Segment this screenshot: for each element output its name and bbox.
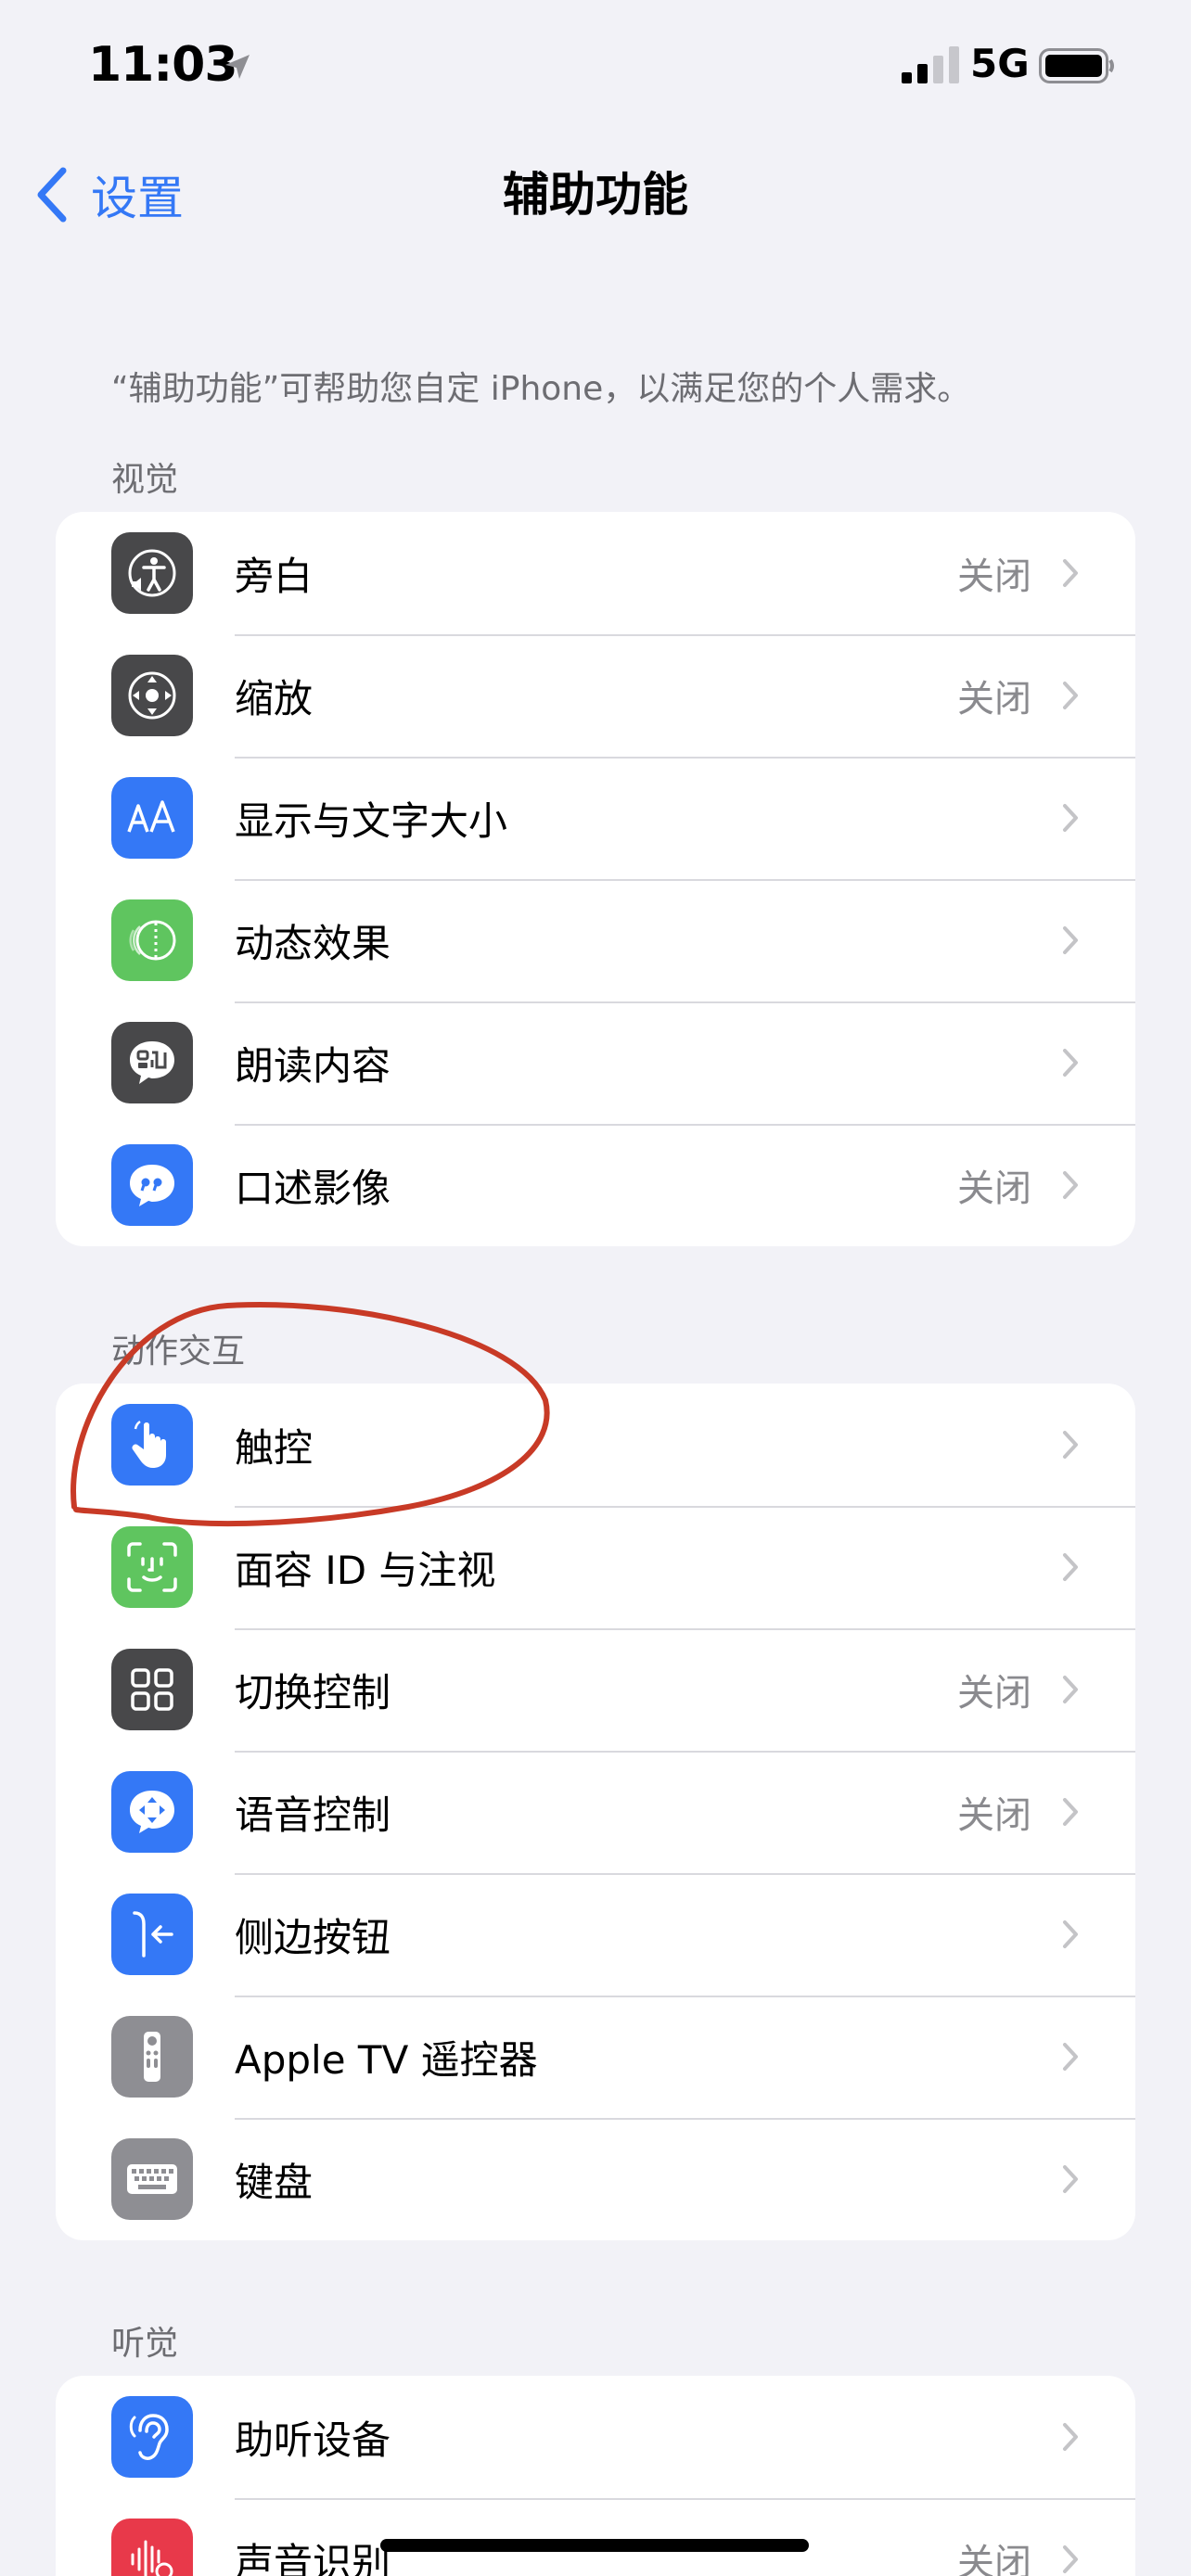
section-title-physical-motor: 动作交互	[111, 1333, 246, 1371]
back-label: 设置	[91, 172, 184, 225]
vision-group: 旁白 关闭 缩放 关闭 显示与文字大小 动态效果 朗读内容 口述影像 关闭	[56, 512, 1135, 1246]
row-label: 切换控制	[235, 1669, 391, 1715]
row-label: 动态效果	[235, 920, 391, 966]
row-label: 触控	[235, 1424, 314, 1471]
status-bar: 11:03 5G	[0, 0, 1191, 139]
row-keyboards[interactable]: 键盘	[56, 2118, 1135, 2240]
chevron-right-icon	[1063, 1553, 1078, 1581]
chevron-left-icon	[37, 167, 67, 223]
row-voice-control[interactable]: 语音控制 关闭	[56, 1751, 1135, 1873]
network-type: 5G	[970, 41, 1030, 86]
row-label: 助听设备	[235, 2417, 391, 2463]
zoom-icon	[111, 655, 193, 736]
cellular-signal-icon	[902, 46, 959, 83]
side-button-icon	[111, 1894, 193, 1975]
row-face-id-attention[interactable]: 面容 ID 与注视	[56, 1506, 1135, 1628]
intro-text: “辅助功能”可帮助您自定 iPhone，以满足您的个人需求。	[111, 370, 971, 408]
row-value: 关闭	[957, 2542, 1031, 2576]
row-sound-recognition[interactable]: 声音识别 关闭	[56, 2498, 1135, 2576]
accessibility-screen: 11:03 5G 设置 辅助功能 “辅助功能”可帮助您自定 iPhone，以满足…	[0, 0, 1191, 2576]
row-voiceover[interactable]: 旁白 关闭	[56, 512, 1135, 634]
audio-descriptions-icon	[111, 1144, 193, 1226]
section-title-vision: 视觉	[111, 461, 179, 499]
row-label: 缩放	[235, 675, 314, 721]
switch-control-icon	[111, 1649, 193, 1730]
row-label: 朗读内容	[235, 1042, 391, 1089]
row-label: 显示与文字大小	[235, 797, 508, 844]
row-label: 口述影像	[235, 1165, 391, 1211]
spoken-content-icon	[111, 1022, 193, 1103]
sound-recognition-icon	[111, 2519, 193, 2576]
chevron-right-icon	[1063, 2423, 1078, 2451]
chevron-right-icon	[1063, 804, 1078, 832]
apple-tv-remote-icon	[111, 2016, 193, 2098]
row-value: 关闭	[957, 678, 1031, 721]
row-label: 面容 ID 与注视	[235, 1547, 496, 1593]
row-audio-descriptions[interactable]: 口述影像 关闭	[56, 1124, 1135, 1246]
voice-control-icon	[111, 1771, 193, 1853]
row-value: 关闭	[957, 1167, 1031, 1210]
voiceover-icon	[111, 532, 193, 614]
back-button[interactable]: 设置	[35, 162, 184, 227]
chevron-right-icon	[1063, 926, 1078, 954]
physical-motor-group: 触控 面容 ID 与注视 切换控制 关闭 语音控制 关闭 侧边按钮 Apple …	[56, 1384, 1135, 2240]
row-spoken-content[interactable]: 朗读内容	[56, 1001, 1135, 1124]
chevron-right-icon	[1063, 2043, 1078, 2071]
home-indicator	[380, 2539, 809, 2552]
row-value: 关闭	[957, 555, 1031, 598]
chevron-right-icon	[1063, 1431, 1078, 1459]
motion-icon	[111, 899, 193, 981]
row-label: 侧边按钮	[235, 1914, 391, 1960]
row-label: 声音识别	[235, 2539, 391, 2576]
row-touch[interactable]: 触控	[56, 1384, 1135, 1506]
row-label: Apple TV 遥控器	[235, 2036, 538, 2083]
row-label: 语音控制	[235, 1792, 391, 1838]
chevron-right-icon	[1063, 1798, 1078, 1826]
chevron-right-icon	[1063, 2165, 1078, 2193]
row-apple-tv-remote[interactable]: Apple TV 遥控器	[56, 1996, 1135, 2118]
hearing-icon	[111, 2396, 193, 2478]
row-label: 键盘	[235, 2159, 314, 2205]
chevron-right-icon	[1063, 1676, 1078, 1703]
text-size-icon	[111, 777, 193, 859]
chevron-right-icon	[1063, 1920, 1078, 1948]
row-value: 关闭	[957, 1672, 1031, 1715]
status-time: 11:03	[88, 37, 238, 93]
keyboard-icon	[111, 2138, 193, 2220]
row-value: 关闭	[957, 1794, 1031, 1837]
row-zoom[interactable]: 缩放 关闭	[56, 634, 1135, 757]
location-arrow-icon	[225, 55, 250, 79]
chevron-right-icon	[1063, 1049, 1078, 1077]
row-display-text-size[interactable]: 显示与文字大小	[56, 757, 1135, 879]
touch-hand-icon	[111, 1404, 193, 1486]
row-hearing-devices[interactable]: 助听设备	[56, 2376, 1135, 2498]
row-label: 旁白	[235, 553, 314, 599]
face-id-icon	[111, 1526, 193, 1608]
row-switch-control[interactable]: 切换控制 关闭	[56, 1628, 1135, 1751]
row-motion[interactable]: 动态效果	[56, 879, 1135, 1001]
battery-icon	[1039, 48, 1114, 83]
row-side-button[interactable]: 侧边按钮	[56, 1873, 1135, 1996]
chevron-right-icon	[1063, 2545, 1078, 2573]
section-title-hearing: 听觉	[111, 2325, 179, 2363]
chevron-right-icon	[1063, 559, 1078, 587]
chevron-right-icon	[1063, 1171, 1078, 1199]
chevron-right-icon	[1063, 682, 1078, 709]
